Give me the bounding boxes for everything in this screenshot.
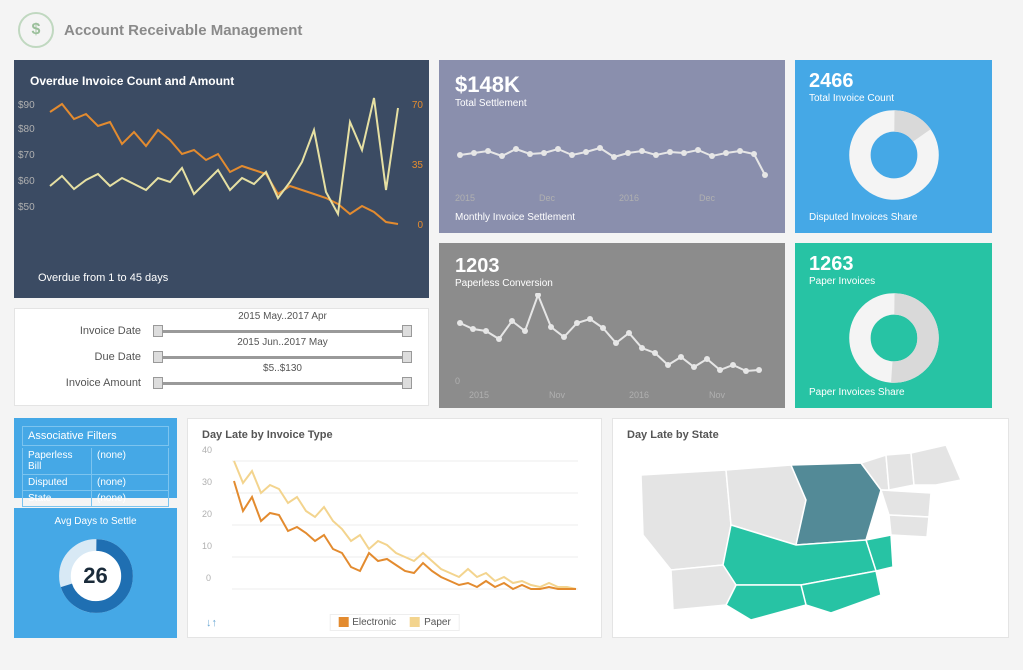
y-left-80: $80 (18, 124, 35, 135)
disputed-donut-label: Disputed Invoices Share (809, 212, 917, 223)
assoc-val-disputed: (none) (92, 475, 169, 491)
paperless-tnov1: Nov (549, 390, 565, 400)
assoc-row-disputed[interactable]: Disputed (none) (22, 475, 169, 491)
y-left-90: $90 (18, 100, 35, 111)
invoice-date-label: Invoice Date (31, 325, 141, 337)
type-y20: 20 (202, 509, 212, 519)
disputed-donut (849, 110, 939, 200)
paperless-tnov2: Nov (709, 390, 725, 400)
total-invoice-label: Total Invoice Count (809, 93, 978, 104)
y-left-50: $50 (18, 202, 35, 213)
y-right-35: 35 (412, 160, 423, 171)
due-date-label: Due Date (31, 351, 141, 363)
y-right-0: 0 (417, 220, 423, 231)
invoice-amount-slider[interactable]: $5..$130 (153, 375, 412, 391)
settlement-card: $148K Total Settlement 2015 Dec 2016 Dec… (439, 60, 785, 233)
settle-tick-2016: 2016 (619, 193, 639, 203)
assoc-key-disputed: Disputed (22, 475, 92, 491)
assoc-row-state[interactable]: State (none) (22, 491, 169, 507)
total-invoice-card: 2466 Total Invoice Count Disputed Invoic… (795, 60, 992, 233)
assoc-key-paperless: Paperless Bill (22, 448, 92, 475)
state-map[interactable] (631, 445, 991, 625)
type-y10: 10 (202, 541, 212, 551)
overdue-card: Overdue Invoice Count and Amount $90 $80… (14, 60, 429, 298)
map-title: Day Late by State (627, 429, 994, 441)
avg-days-title: Avg Days to Settle (14, 516, 177, 527)
y-right-70: 70 (412, 100, 423, 111)
invoice-amount-label: Invoice Amount (31, 377, 141, 389)
settle-tick-2015: 2015 (455, 193, 475, 203)
paper-label: Paper Invoices (809, 276, 978, 287)
range-filters: Invoice Date 2015 May..2017 Apr Due Date… (14, 308, 429, 406)
settle-tick-dec1: Dec (539, 193, 555, 203)
legend-paper: Paper (424, 617, 451, 628)
total-invoice-value: 2466 (809, 70, 978, 93)
paper-donut-label: Paper Invoices Share (809, 387, 905, 398)
app-logo-icon: $ (18, 12, 54, 48)
paper-value: 1263 (809, 253, 978, 276)
settlement-chart (455, 115, 769, 195)
paperless-t2015: 2015 (469, 390, 489, 400)
settlement-label: Total Settlement (455, 98, 769, 109)
type-legend: Electronic Paper (329, 614, 460, 631)
paper-invoices-card: 1263 Paper Invoices Paper Invoices Share (795, 243, 992, 408)
paper-donut (849, 293, 939, 383)
invoice-date-value: 2015 May..2017 Apr (153, 311, 412, 322)
header: $ Account Receivable Management (0, 0, 1023, 60)
assoc-key-state: State (22, 491, 92, 507)
assoc-title: Associative Filters (22, 426, 169, 446)
paperless-label: Paperless Conversion (455, 278, 769, 289)
settle-tick-dec2: Dec (699, 193, 715, 203)
avg-days-card: Avg Days to Settle 26 (14, 508, 177, 638)
paperless-chart (455, 293, 769, 383)
assoc-val-paperless: (none) (92, 448, 169, 475)
swatch-paper-icon (410, 617, 420, 627)
assoc-row-paperless[interactable]: Paperless Bill (none) (22, 448, 169, 475)
sort-icon[interactable]: ↓↑ (206, 617, 217, 629)
paperless-card: 1203 Paperless Conversion 0 2015 Nov 201… (439, 243, 785, 408)
type-chart (202, 441, 582, 601)
y-left-60: $60 (18, 176, 35, 187)
overdue-chart (30, 94, 410, 244)
paperless-y0: 0 (455, 376, 460, 386)
avg-days-value: 26 (83, 563, 107, 589)
invoice-amount-value: $5..$130 (153, 363, 412, 374)
paperless-t2016: 2016 (629, 390, 649, 400)
paperless-value: 1203 (455, 255, 769, 278)
type-y0: 0 (206, 573, 211, 583)
overdue-sub: Overdue from 1 to 45 days (38, 272, 168, 284)
settlement-sub: Monthly Invoice Settlement (455, 212, 575, 223)
associative-filters: Associative Filters Paperless Bill (none… (14, 418, 177, 498)
legend-electronic: Electronic (352, 617, 396, 628)
page-title: Account Receivable Management (64, 22, 302, 39)
type-y30: 30 (202, 477, 212, 487)
type-chart-title: Day Late by Invoice Type (202, 429, 587, 441)
overdue-title: Overdue Invoice Count and Amount (30, 74, 413, 88)
type-y40: 40 (202, 445, 212, 455)
y-left-70: $70 (18, 150, 35, 161)
settlement-value: $148K (455, 72, 769, 98)
swatch-electronic-icon (338, 617, 348, 627)
day-late-by-type-card: Day Late by Invoice Type 40 30 20 10 0 ↓… (187, 418, 602, 638)
day-late-by-state-card: Day Late by State (612, 418, 1009, 638)
due-date-value: 2015 Jun..2017 May (153, 337, 412, 348)
assoc-val-state: (none) (92, 491, 169, 507)
